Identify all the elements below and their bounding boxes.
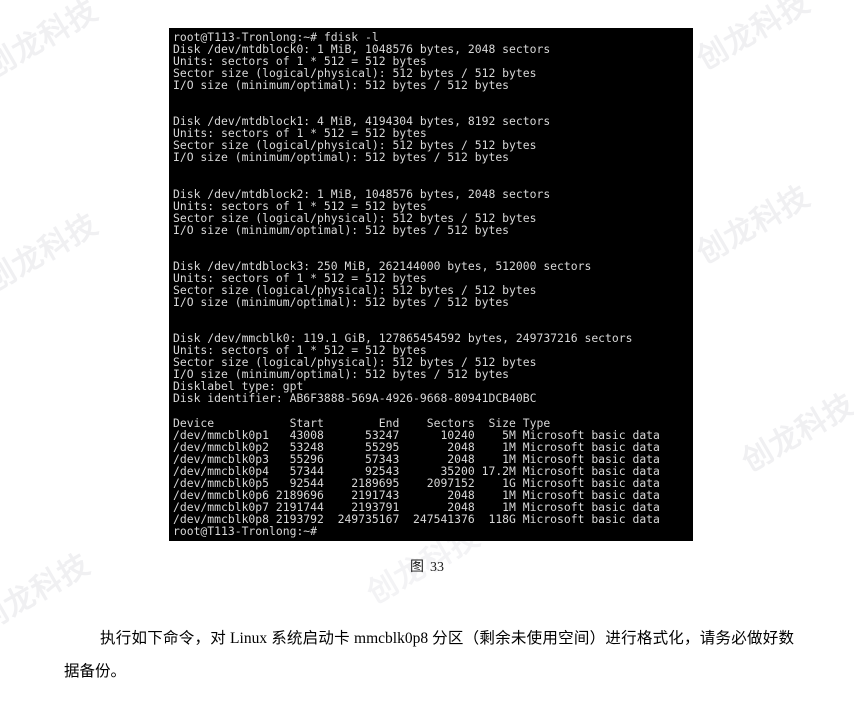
terminal-line: /dev/mmcblk0p4 57344 92543 35200 17.2M M… <box>173 463 660 478</box>
terminal-line: /dev/mmcblk0p2 53248 55295 2048 1M Micro… <box>173 439 660 454</box>
terminal-line: I/O size (minimum/optimal): 512 bytes / … <box>173 295 510 310</box>
terminal-line: Sector size (logical/physical): 512 byte… <box>173 210 537 225</box>
figure-caption: 图 33 <box>0 556 854 576</box>
terminal-line: I/O size (minimum/optimal): 512 bytes / … <box>173 150 510 165</box>
terminal-output: root@T113-Tronlong:~# fdisk -l Disk /dev/… <box>169 28 693 537</box>
watermark-text: 创龙科技 <box>691 179 816 271</box>
body-paragraph: 执行如下命令，对 Linux 系统启动卡 mmcblk0p8 分区（剩余未使用空… <box>64 630 794 680</box>
terminal-line: root@T113-Tronlong:~# <box>173 523 318 538</box>
terminal-line: Disk /dev/mtdblock2: 1 MiB, 1048576 byte… <box>173 186 551 201</box>
terminal-line: /dev/mmcblk0p5 92544 2189695 2097152 1G … <box>173 475 660 490</box>
watermark-text: 创龙科技 <box>691 0 816 77</box>
watermark-text: 创龙科技 <box>0 207 104 299</box>
terminal-line: Device Start End Sectors Size Type <box>173 415 551 430</box>
terminal-line: Disk identifier: AB6F3888-569A-4926-9668… <box>173 391 537 406</box>
figure-caption-number: 33 <box>430 560 444 575</box>
terminal-line: Units: sectors of 1 * 512 = 512 bytes <box>173 198 427 213</box>
terminal-line: I/O size (minimum/optimal): 512 bytes / … <box>173 78 510 93</box>
terminal-line: I/O size (minimum/optimal): 512 bytes / … <box>173 222 510 237</box>
watermark-text: 创龙科技 <box>0 0 104 85</box>
terminal-screenshot: root@T113-Tronlong:~# fdisk -l Disk /dev/… <box>169 28 693 541</box>
terminal-line: /dev/mmcblk0p1 43008 53247 10240 5M Micr… <box>173 427 660 442</box>
body-paragraph-block: 执行如下命令，对 Linux 系统启动卡 mmcblk0p8 分区（剩余未使用空… <box>64 622 794 688</box>
watermark-text: 创龙科技 <box>736 387 854 479</box>
terminal-line: /dev/mmcblk0p3 55296 57343 2048 1M Micro… <box>173 451 660 466</box>
figure-caption-label: 图 <box>410 560 424 575</box>
